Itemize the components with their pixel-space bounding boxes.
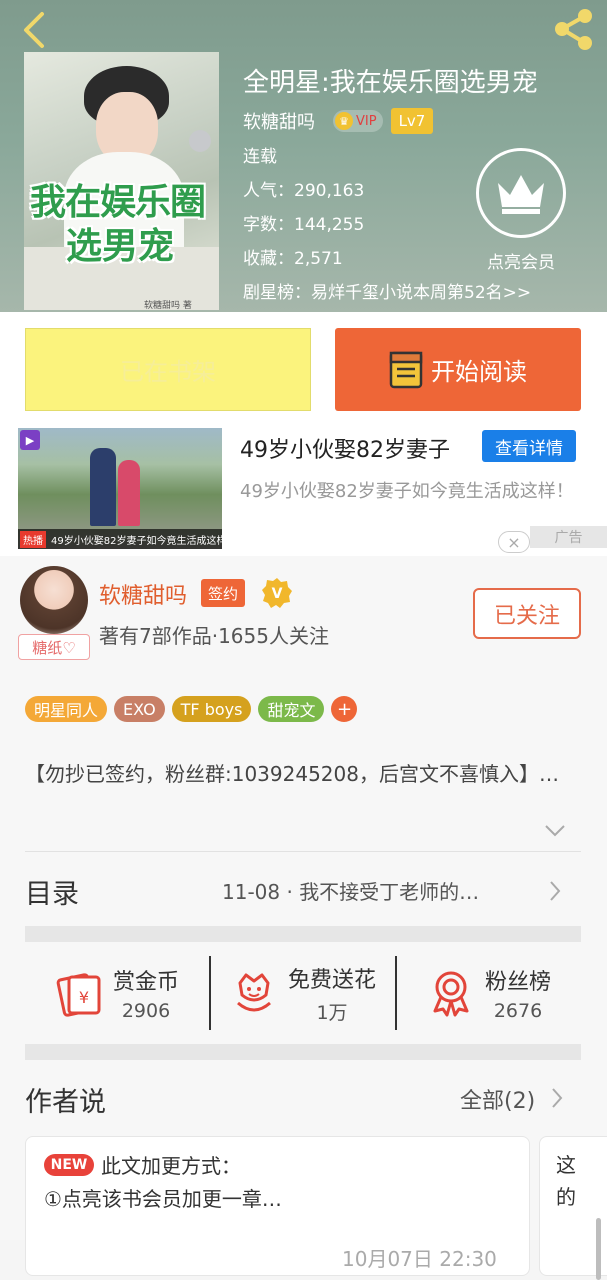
- ad-thumb-caption-text: 49岁小伙娶82岁妻子如今竟生活成这样!: [51, 535, 222, 547]
- member-circle: [476, 148, 566, 238]
- section-separator: [25, 1044, 581, 1060]
- author-stats: 著有7部作品·1655人关注: [99, 624, 329, 648]
- ad-thumbnail[interactable]: ▶ 热播 49岁小伙娶82岁妻子如今竟生活成这样!: [18, 428, 222, 549]
- hot-badge: 热播: [20, 530, 46, 548]
- toc-latest-chapter[interactable]: 11-08 · 我不接受丁老师的…: [222, 876, 532, 905]
- word-count: 字数：144,255: [243, 215, 365, 235]
- stat-value: 1万: [316, 1001, 348, 1024]
- new-badge: NEW: [44, 1154, 94, 1176]
- author-section: 糖纸♡ 软糖甜吗 签约 V 著有7部作品·1655人关注 已关注 明星同人 EX…: [0, 556, 607, 1276]
- author-name-link[interactable]: 软糖甜吗: [243, 108, 315, 134]
- ad-thumb-caption: 热播 49岁小伙娶82岁妻子如今竟生活成这样!: [18, 529, 222, 549]
- play-icon: ▶: [20, 430, 40, 450]
- follow-button[interactable]: 已关注: [473, 588, 581, 639]
- vip-label: VIP: [356, 113, 377, 129]
- avatar-tag: 糖纸♡: [18, 634, 90, 660]
- toc-label[interactable]: 目录: [25, 872, 79, 911]
- back-button[interactable]: [14, 8, 54, 52]
- divider: [25, 851, 581, 852]
- chevron-right-icon[interactable]: [548, 880, 562, 902]
- crown-icon: ♛: [335, 112, 353, 130]
- send-flower-button[interactable]: 免费送花 1万: [209, 956, 395, 1030]
- note-excerpt: ①点亮该书会员加更一章…: [44, 1187, 282, 1211]
- in-shelf-button[interactable]: 已在书架: [25, 328, 311, 411]
- level-badge: Lv7: [390, 108, 434, 134]
- author-says-title: 作者说: [25, 1087, 106, 1118]
- stats-row: ¥ 赏金币 2906 免费送花 1万 粉丝榜 2676: [25, 956, 581, 1030]
- svg-text:¥: ¥: [79, 988, 89, 1007]
- award-ribbon-icon: [433, 971, 469, 1017]
- tag-list: 明星同人 EXO TF boys 甜宠文 +: [25, 696, 358, 722]
- section-separator: [25, 926, 581, 942]
- author-note-card[interactable]: NEW 此文加更方式： ①点亮该书会员加更一章… 10月07日 22:30: [25, 1136, 530, 1276]
- scrollbar[interactable]: [596, 1218, 601, 1280]
- fan-ranking-text: 粉丝榜 2676: [485, 964, 551, 1022]
- note-excerpt: 这的: [556, 1153, 576, 1209]
- tag-item[interactable]: EXO: [114, 696, 165, 722]
- crown-icon: [498, 175, 544, 214]
- tag-item[interactable]: 明星同人: [25, 696, 108, 722]
- cover-author: 软糖甜吗 著: [144, 301, 192, 310]
- cover-title-line2: 选男宠: [66, 225, 175, 267]
- flower-icon: [236, 973, 271, 1012]
- ranking-link[interactable]: 剧星榜：易烊千玺小说本周第52名>>: [243, 278, 531, 303]
- fan-ranking-button[interactable]: 粉丝榜 2676: [395, 956, 581, 1030]
- signed-badge: 签约: [201, 579, 246, 607]
- author-avatar[interactable]: [20, 566, 88, 634]
- stat-label: 免费送花: [287, 967, 376, 993]
- book-intro[interactable]: 【勿抄已签约，粉丝群:1039245208，后宫文不喜慎入】…: [25, 758, 585, 790]
- reward-coins-button[interactable]: ¥ 赏金币 2906: [25, 956, 209, 1030]
- ad-description: 49岁小伙娶82岁妻子如今竟生活成这样！: [240, 481, 574, 502]
- add-tag-button[interactable]: +: [331, 696, 358, 722]
- book-cover[interactable]: 我在娱乐圈 选男宠 软糖甜吗 著: [24, 52, 219, 310]
- ad-label: 广告: [530, 526, 607, 548]
- red-envelope-icon: ¥: [56, 973, 101, 1017]
- view-details-button[interactable]: 查看详情: [482, 430, 576, 462]
- share-button[interactable]: [550, 6, 598, 52]
- ad-figure-man: [90, 448, 116, 526]
- book-title: 全明星:我在娱乐圈选男宠: [243, 68, 538, 98]
- tag-item[interactable]: 甜宠文: [258, 696, 325, 722]
- favorites-count: 收藏：2,571: [243, 249, 343, 269]
- verified-icon: V: [262, 578, 292, 608]
- action-bar: 已在书架 开始阅读: [0, 312, 607, 428]
- chevron-right-icon[interactable]: [550, 1087, 564, 1109]
- share-icon: [555, 9, 592, 50]
- chevron-left-icon: [24, 12, 44, 48]
- vip-badge: ♛ VIP: [333, 110, 383, 132]
- stat-value: 2676: [493, 1000, 543, 1022]
- book-icon: [389, 351, 423, 388]
- serial-status: 连载: [243, 147, 277, 167]
- cover-title: 我在娱乐圈 选男宠: [30, 180, 214, 268]
- ad-figure-woman: [118, 460, 140, 526]
- ad-close-button[interactable]: ×: [498, 531, 530, 553]
- member-label: 点亮会员: [487, 253, 555, 273]
- book-header: 我在娱乐圈 选男宠 软糖甜吗 著 全明星:我在娱乐圈选男宠 软糖甜吗 ♛ VIP…: [0, 0, 607, 312]
- note-timestamp: 10月07日 22:30: [342, 1247, 497, 1271]
- verified-letter: V: [272, 586, 283, 602]
- send-flower-text: 免费送花 1万: [288, 962, 376, 1025]
- popularity-count: 人气：290,163: [243, 181, 365, 201]
- author-name[interactable]: 软糖甜吗: [99, 578, 187, 610]
- ad-banner[interactable]: ▶ 热播 49岁小伙娶82岁妻子如今竟生活成这样! 49岁小伙娶82岁妻子 查看…: [0, 428, 607, 556]
- tag-item[interactable]: TF boys: [171, 696, 252, 722]
- reward-coins-text: 赏金币 2906: [113, 964, 179, 1022]
- cover-title-line1: 我在娱乐圈: [30, 181, 206, 223]
- stat-value: 2906: [121, 1000, 171, 1022]
- stat-label: 赏金币: [112, 970, 179, 995]
- start-reading-label: 开始阅读: [431, 358, 527, 386]
- cover-microphone: [189, 130, 211, 152]
- start-reading-button[interactable]: 开始阅读: [335, 328, 581, 411]
- ad-title[interactable]: 49岁小伙娶82岁妻子: [240, 432, 450, 464]
- view-all-notes-link[interactable]: 全部(2): [460, 1083, 535, 1115]
- stat-label: 粉丝榜: [484, 970, 551, 995]
- note-title: 此文加更方式：: [101, 1154, 241, 1178]
- author-row: 软糖甜吗 ♛ VIP Lv7: [243, 106, 434, 136]
- chevron-down-icon[interactable]: [544, 824, 566, 838]
- member-button[interactable]: 点亮会员: [474, 148, 568, 274]
